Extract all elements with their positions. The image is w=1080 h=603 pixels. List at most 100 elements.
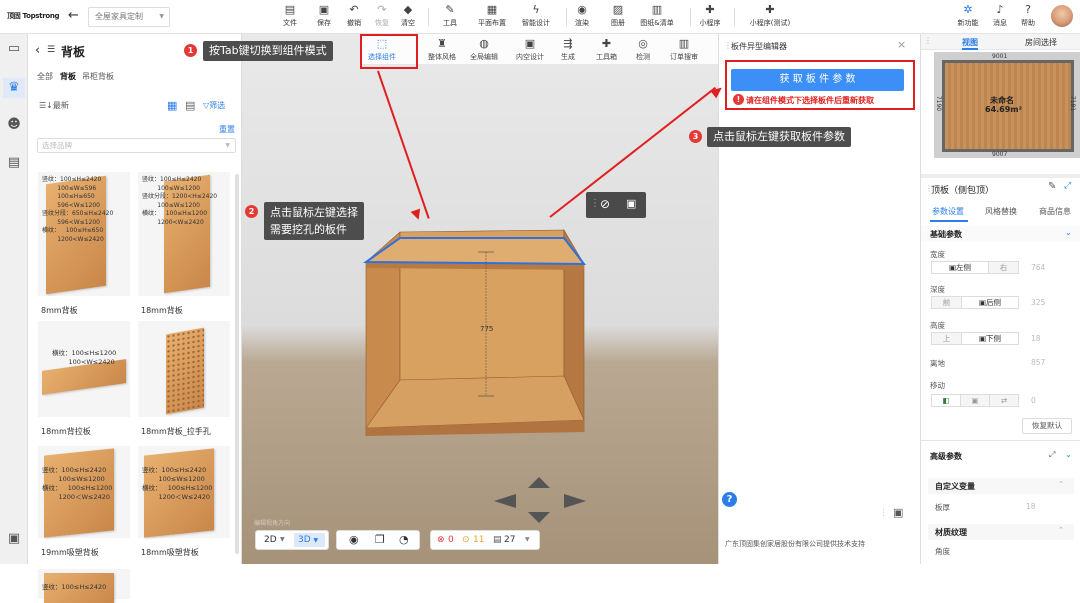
tab-all[interactable]: 全部 [37,71,53,82]
depth-front-option[interactable]: 前 [931,296,962,309]
brand-select[interactable]: 选择品牌 ▼ [37,138,236,153]
tab-backboard[interactable]: 背板 [60,71,76,82]
avatar[interactable] [1051,5,1073,27]
grid-view-icon[interactable]: ▦ [167,99,177,112]
dim-top: 9001 [992,53,1008,60]
move-mode-b[interactable]: ▣ [960,394,990,407]
gallery-button[interactable]: ▨ 图册 [600,4,636,28]
height-bottom-option[interactable]: ▣下侧 [961,332,1019,345]
product-card-19mm-pvc[interactable]: 竖纹：100≤H≤2420 100≤W≤1200 横纹： 100≤H≤1200 … [38,446,130,538]
editor-title: 板件异型编辑器 [731,42,787,51]
move-mode-c[interactable]: ⇄ [989,394,1019,407]
catalog-scrollbar[interactable] [235,174,239,554]
tab-style-replace[interactable]: 风格替换 [985,206,1017,217]
miniprogram-button[interactable]: ✚ 小程序 [692,4,728,28]
move-value[interactable]: 0 [1031,396,1036,405]
expand-icon[interactable]: ⤢ [1064,181,1071,191]
cabinet-model[interactable] [362,224,602,444]
file-button[interactable]: ▤ 文件 [272,4,308,28]
thickness-value[interactable]: 18 [1026,502,1036,511]
plan-select[interactable]: 全屋家具定制 ▼ [88,7,170,27]
crown-icon[interactable]: ♛ [3,78,25,98]
generate-button[interactable]: ⇶ 生成 [561,38,575,62]
toolbox-button[interactable]: ✚ 工具箱 [596,38,617,62]
height-top-option[interactable]: 上 [931,332,962,345]
material-header[interactable]: 材质纹理 ⌃ [928,524,1074,540]
layers-icon[interactable]: ▤ [6,156,22,170]
tools-button[interactable]: ✎ 工具 [432,4,468,28]
gauge-icon[interactable]: ◔ [399,531,409,549]
close-icon[interactable]: × [897,38,906,51]
render-button[interactable]: ◉ 渲染 [564,4,600,28]
width-left-option[interactable]: ▣左侧 [931,261,989,274]
custom-vars-header[interactable]: 自定义变量 ⌃ [928,478,1074,494]
inner-design-button[interactable]: ▣ 内空设计 [516,38,544,62]
tab-room-select[interactable]: 房间选择 [1025,37,1057,48]
list-view-icon[interactable]: ▤ [185,99,195,112]
width-right-option[interactable]: 右 [988,261,1019,274]
filter-button[interactable]: ▽筛选 [203,100,225,111]
pan-down-icon[interactable] [528,512,550,523]
scroll-handle-icon[interactable]: ⋮ [879,508,888,518]
advanced-section-header[interactable]: 高级参数 ⤢ ⌄ [921,448,1080,464]
back-arrow-icon[interactable]: ← [68,8,79,23]
sort-newest[interactable]: ☰↓最新 [39,100,69,111]
product-card-partial[interactable]: 竖纹：100≤H≤2420 [38,569,130,603]
check-button[interactable]: ◎ 检测 [636,38,650,62]
minimap[interactable]: 9001 9007 7190 7181 未命名 64.69m² [934,52,1080,158]
move-mode-a[interactable]: ◧ [931,394,961,407]
help-button[interactable]: ? 帮助 [1014,4,1042,28]
back-chevron-icon[interactable]: ‹ [35,43,40,58]
status-counters[interactable]: ⊗ 0 ⊙ 11 ▤ 27 ▼ [430,530,540,550]
ground-value[interactable]: 857 [1031,358,1045,367]
floorplan-button[interactable]: ▦ 平面布置 [472,4,512,28]
tab-wall-backboard[interactable]: 吊柜背板 [82,71,114,82]
user-icon[interactable]: ☻ [6,118,22,132]
cabinet-icon[interactable]: ▭ [6,42,22,56]
hide-eye-icon[interactable]: ⊘ [600,197,610,211]
clear-button[interactable]: ◆ 清空 [390,4,426,28]
mode-3d-label: 3D [298,535,311,545]
height-value[interactable]: 18 [1031,334,1041,343]
lock-icon[interactable]: ▣ [626,197,636,210]
global-edit-button[interactable]: ◍ 全局编辑 [470,38,498,62]
drag-handle-icon[interactable]: ⋮ [924,36,932,45]
layers-icon[interactable]: ❐ [375,531,385,549]
eye-icon[interactable]: ◉ [349,531,359,549]
device-icon[interactable]: ▣ [6,532,22,546]
mode-3d-button[interactable]: 3D ▼ [294,533,325,547]
product-card-18mm[interactable]: 竖纹：100≤H≤2420 100≤W≤1200 竖纹分段：1200<H≤242… [138,172,230,296]
clipboard-icon[interactable]: ▣ [893,506,903,519]
order-review-button[interactable]: ▥ 订单搜审 [670,38,698,62]
props-title: 顶板（侧包顶） [931,186,995,196]
product-name: 18mm吸塑背板 [141,548,199,557]
reset-default-button[interactable]: 恢复默认 [1022,418,1072,434]
tab-view[interactable]: 视图 [962,37,978,50]
product-card-18mm-pvc[interactable]: 竖纹：100≤H≤2420 100≤W≤1200 横纹： 100≤H≤1200 … [138,446,230,538]
product-card-18mm-handle-hole[interactable] [138,321,230,417]
reset-link[interactable]: 重置 [219,124,235,135]
edit-icon[interactable]: ✎ [1048,181,1056,192]
chevron-down-icon: ▼ [225,142,230,149]
tab-product-info[interactable]: 商品信息 [1039,206,1071,217]
depth-back-option[interactable]: ▣后侧 [961,296,1019,309]
drag-handle-icon[interactable]: ⋮ [590,198,600,209]
product-card-8mm[interactable]: 竖纹：100≤H≤2420 100≤W≤596 100≤H≤650 596<W≤… [38,172,130,296]
help-circle-icon[interactable]: ? [722,492,737,507]
pan-left-icon[interactable] [494,494,516,508]
basic-section-header[interactable]: 基础参数 ⌄ [921,226,1080,242]
pan-up-icon[interactable] [528,477,550,488]
drawings-button[interactable]: ▥ 图纸&清单 [632,4,682,28]
smart-design-button[interactable]: ϟ 智能设计 [516,4,556,28]
product-card-18mm-pull[interactable]: 横纹：100≤H≤1200 100<W≤2420 [38,321,130,417]
miniprogram-test-button[interactable]: ✚ 小程序(测试) [744,4,796,28]
depth-value[interactable]: 325 [1031,298,1045,307]
messages-button[interactable]: ♪ 消息 [986,4,1014,28]
3d-viewport[interactable]: ⬚ 选择组件 ♜ 整体风格 ◍ 全局编辑 ▣ 内空设计 ⇶ 生成 ✚ 工具箱 ◎ 检测 ▥ 订单… [242,34,718,564]
width-value[interactable]: 764 [1031,263,1045,272]
style-button[interactable]: ♜ 整体风格 [428,38,456,62]
new-features-button[interactable]: ✲ 新功能 [952,4,984,28]
pan-right-icon[interactable] [564,494,586,508]
tab-params[interactable]: 参数设置 [932,206,964,217]
mode-2d-button[interactable]: 2D [264,531,277,549]
